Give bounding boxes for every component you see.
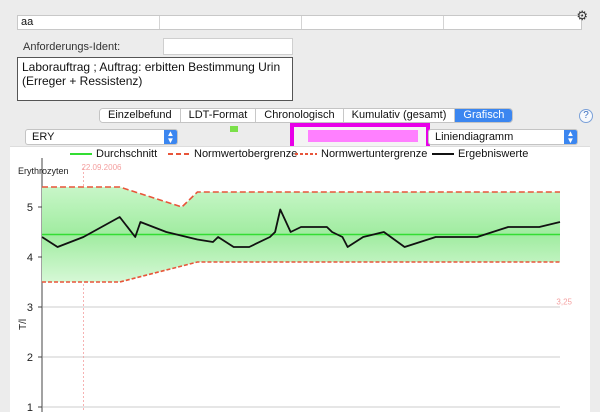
y-tick-label: 4 (27, 252, 33, 264)
line-chart: 1 2 3 4 5 22.09.2006 3,25 Erythrozyten T/l (18, 158, 573, 412)
min-value-label: 3,25 (556, 298, 572, 307)
date-label: 22.09.2006 (81, 163, 122, 172)
y-tick-label: 5 (27, 202, 33, 214)
y-tick-label: 2 (27, 352, 33, 364)
chart-title: Erythrozyten (18, 166, 69, 176)
y-tick-label: 1 (27, 402, 33, 412)
y-axis-label: T/l (18, 319, 29, 330)
y-tick-label: 3 (27, 302, 33, 314)
